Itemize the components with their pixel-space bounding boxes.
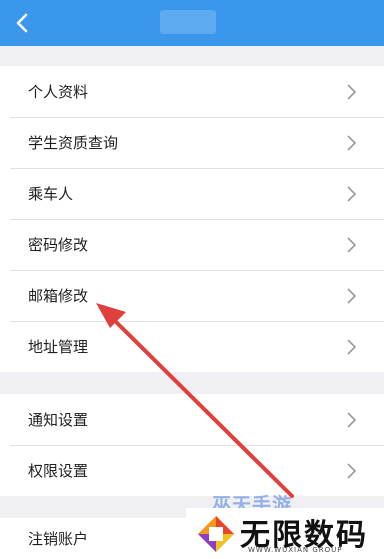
chevron-right-icon (347, 185, 357, 202)
chevron-right-icon (347, 134, 357, 151)
chevron-right-icon (347, 287, 357, 304)
menu-item-label: 乘车人 (28, 185, 74, 203)
watermark-box: 无限数码 WWW.WUXIAN GROUP (186, 508, 384, 559)
menu-item-change-password[interactable]: 密码修改 (0, 219, 384, 270)
chevron-right-icon (347, 338, 357, 355)
menu-item-passengers[interactable]: 乘车人 (0, 168, 384, 219)
chevron-right-icon (347, 462, 357, 479)
menu-item-label: 学生资质查询 (28, 134, 119, 152)
menu-item-label: 通知设置 (28, 411, 89, 429)
chevron-left-icon (16, 13, 28, 33)
menu-item-label: 注销账户 (28, 530, 89, 548)
menu-item-permission-settings[interactable]: 权限设置 (0, 445, 384, 496)
menu-item-notification-settings[interactable]: 通知设置 (0, 394, 384, 445)
page-title-redacted (160, 10, 216, 34)
chevron-right-icon (347, 83, 357, 100)
menu-item-profile[interactable]: 个人资料 (0, 66, 384, 117)
menu-item-change-email[interactable]: 邮箱修改 (0, 270, 384, 321)
chevron-right-icon (347, 236, 357, 253)
menu-item-label: 个人资料 (28, 83, 89, 101)
menu-item-student-qualification[interactable]: 学生资质查询 (0, 117, 384, 168)
watermark: 巫天手游 无限数码 WWW.WUXIAN GROUP (186, 490, 384, 559)
menu-item-label: 邮箱修改 (28, 287, 89, 305)
chevron-right-icon (347, 411, 357, 428)
menu-item-label: 地址管理 (28, 338, 89, 356)
watermark-logo-icon (198, 516, 234, 552)
top-nav-bar (0, 0, 384, 46)
back-button[interactable] (4, 4, 40, 42)
settings-group-account: 个人资料 学生资质查询 乘车人 密码修改 邮箱修改 地址管理 (0, 66, 384, 372)
menu-item-address-management[interactable]: 地址管理 (0, 321, 384, 372)
watermark-sub-text: WWW.WUXIAN GROUP (248, 546, 343, 554)
menu-item-label: 权限设置 (28, 462, 89, 480)
settings-group-preferences: 通知设置 权限设置 (0, 394, 384, 496)
menu-item-label: 密码修改 (28, 236, 89, 254)
